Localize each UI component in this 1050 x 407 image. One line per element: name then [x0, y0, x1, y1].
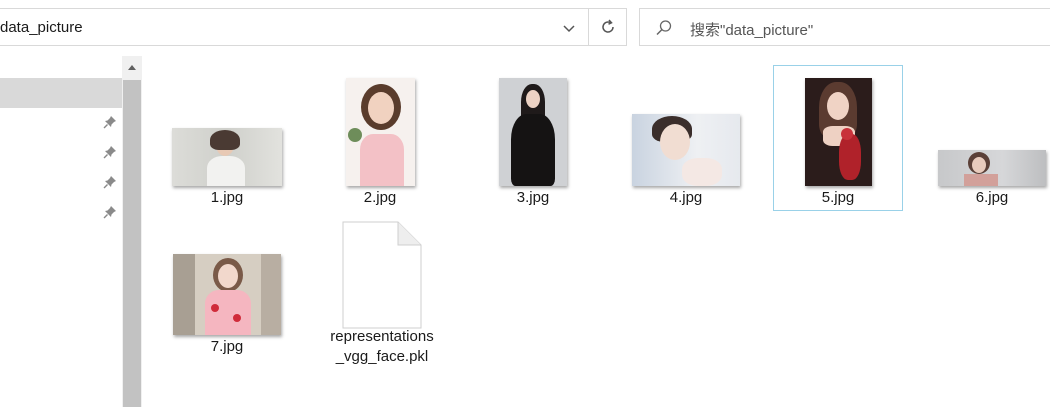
nav-scrollbar[interactable]	[122, 56, 142, 407]
file-name: 2.jpg	[363, 189, 397, 206]
search-icon	[654, 18, 674, 38]
navigation-pane	[0, 56, 122, 407]
file-item[interactable]: 6.jpg	[927, 66, 1050, 212]
file-name: 1.jpg	[210, 189, 244, 206]
file-item-selected[interactable]: 5.jpg	[773, 65, 903, 211]
image-thumbnail	[345, 78, 415, 186]
file-item[interactable]: 4.jpg	[621, 66, 751, 212]
address-bar[interactable]: data_picture	[0, 8, 627, 46]
refresh-icon	[601, 19, 614, 33]
file-grid: 1.jpg 2.jpg 3.jpg 4.jpg 5.jpg 6.jpg 7.jp…	[142, 56, 1050, 407]
file-name: 3.jpg	[516, 189, 550, 206]
file-name-line-1: representations	[330, 328, 434, 345]
nav-item-selected[interactable]	[0, 78, 122, 108]
pin-icon[interactable]	[102, 144, 118, 160]
pin-icon[interactable]	[102, 114, 118, 130]
file-item[interactable]: 2.jpg	[315, 66, 445, 212]
file-name-line-2: _vgg_face.pkl	[335, 348, 429, 365]
image-thumbnail	[172, 128, 282, 186]
address-row: data_picture 搜索"data_picture"	[0, 0, 1050, 56]
image-thumbnail	[173, 254, 281, 335]
pin-icon[interactable]	[102, 204, 118, 220]
file-item[interactable]: 1.jpg	[162, 66, 292, 212]
pin-icon[interactable]	[102, 174, 118, 190]
chevron-down-icon[interactable]	[558, 17, 580, 39]
file-name: 6.jpg	[975, 189, 1009, 206]
scroll-thumb[interactable]	[123, 80, 141, 407]
image-thumbnail	[938, 150, 1046, 186]
file-name: 7.jpg	[210, 338, 244, 355]
document-icon	[342, 221, 422, 329]
file-item[interactable]: 7.jpg	[162, 215, 292, 361]
file-name: 5.jpg	[821, 189, 855, 206]
image-thumbnail	[804, 78, 872, 186]
file-item[interactable]: 3.jpg	[468, 66, 598, 212]
search-box[interactable]: 搜索"data_picture"	[639, 8, 1050, 46]
address-path[interactable]: data_picture	[0, 19, 83, 36]
scroll-up-icon[interactable]	[122, 56, 142, 78]
search-input[interactable]: 搜索"data_picture"	[690, 19, 813, 40]
image-thumbnail	[499, 78, 567, 186]
file-item[interactable]: representations _vgg_face.pkl	[317, 215, 447, 365]
file-name: 4.jpg	[669, 189, 703, 206]
refresh-button[interactable]	[589, 9, 626, 45]
file-name: representations _vgg_face.pkl	[317, 327, 447, 367]
image-thumbnail	[632, 114, 740, 186]
